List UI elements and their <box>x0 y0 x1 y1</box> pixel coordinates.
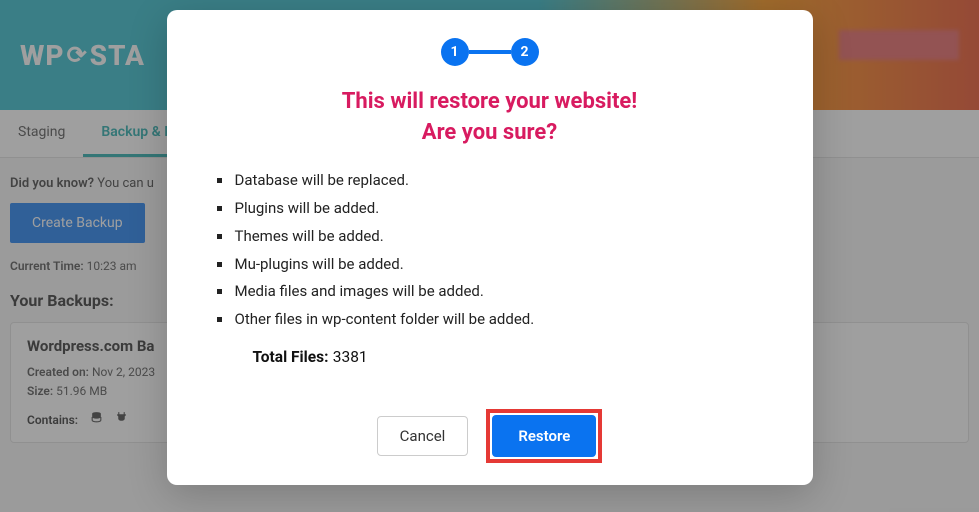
list-item: Plugins will be added. <box>235 195 779 223</box>
restore-highlight: Restore <box>486 409 602 463</box>
restore-items-list: Database will be replaced. Plugins will … <box>201 167 779 334</box>
stepper: 1 2 <box>201 38 779 66</box>
modal-title-line2: Are you sure? <box>422 120 557 145</box>
total-files-value: 3381 <box>333 348 368 366</box>
modal-title-line1: This will restore your website! <box>342 89 637 114</box>
modal-title: This will restore your website! Are you … <box>201 86 779 147</box>
step-connector <box>469 50 511 54</box>
list-item: Media files and images will be added. <box>235 278 779 306</box>
list-item: Other files in wp-content folder will be… <box>235 306 779 334</box>
restore-modal: 1 2 This will restore your website! Are … <box>167 10 813 485</box>
restore-button[interactable]: Restore <box>492 415 596 457</box>
step-2: 2 <box>511 38 539 66</box>
list-item: Mu-plugins will be added. <box>235 251 779 279</box>
cancel-button[interactable]: Cancel <box>377 416 469 456</box>
total-files: Total Files: 3381 <box>201 348 779 367</box>
list-item: Database will be replaced. <box>235 167 779 195</box>
list-item: Themes will be added. <box>235 223 779 251</box>
step-1: 1 <box>441 38 469 66</box>
modal-overlay: 1 2 This will restore your website! Are … <box>0 0 979 512</box>
total-files-label: Total Files: <box>253 348 329 366</box>
modal-actions: Cancel Restore <box>201 409 779 463</box>
